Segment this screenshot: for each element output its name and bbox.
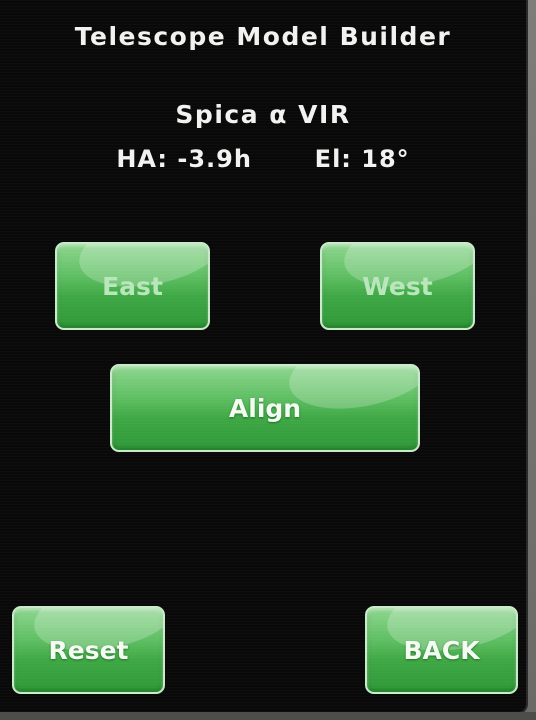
west-button[interactable]: West xyxy=(320,242,475,330)
align-button[interactable]: Align xyxy=(110,364,420,452)
back-button[interactable]: BACK xyxy=(365,606,518,694)
align-button-label: Align xyxy=(228,393,302,423)
device-frame: Telescope Model Builder Spica α VIR HA: … xyxy=(0,0,536,720)
hour-angle-value: -3.9h xyxy=(177,145,252,173)
screen-title: Telescope Model Builder xyxy=(74,22,452,51)
west-button-label: West xyxy=(362,271,433,301)
east-button[interactable]: East xyxy=(55,242,210,330)
elevation-value: 18° xyxy=(361,145,410,173)
hour-angle-label: HA: xyxy=(116,145,169,173)
device-bezel-bottom xyxy=(0,712,536,720)
lcd-screen: Telescope Model Builder Spica α VIR HA: … xyxy=(0,0,528,714)
reset-button-label: Reset xyxy=(48,635,129,665)
target-star-name: Spica α VIR xyxy=(175,100,351,129)
target-coordinates: HA: -3.9h El: 18° xyxy=(0,145,526,173)
east-button-label: East xyxy=(102,271,163,301)
reset-button[interactable]: Reset xyxy=(12,606,165,694)
back-button-label: BACK xyxy=(403,635,480,665)
elevation-label: El: xyxy=(314,145,352,173)
